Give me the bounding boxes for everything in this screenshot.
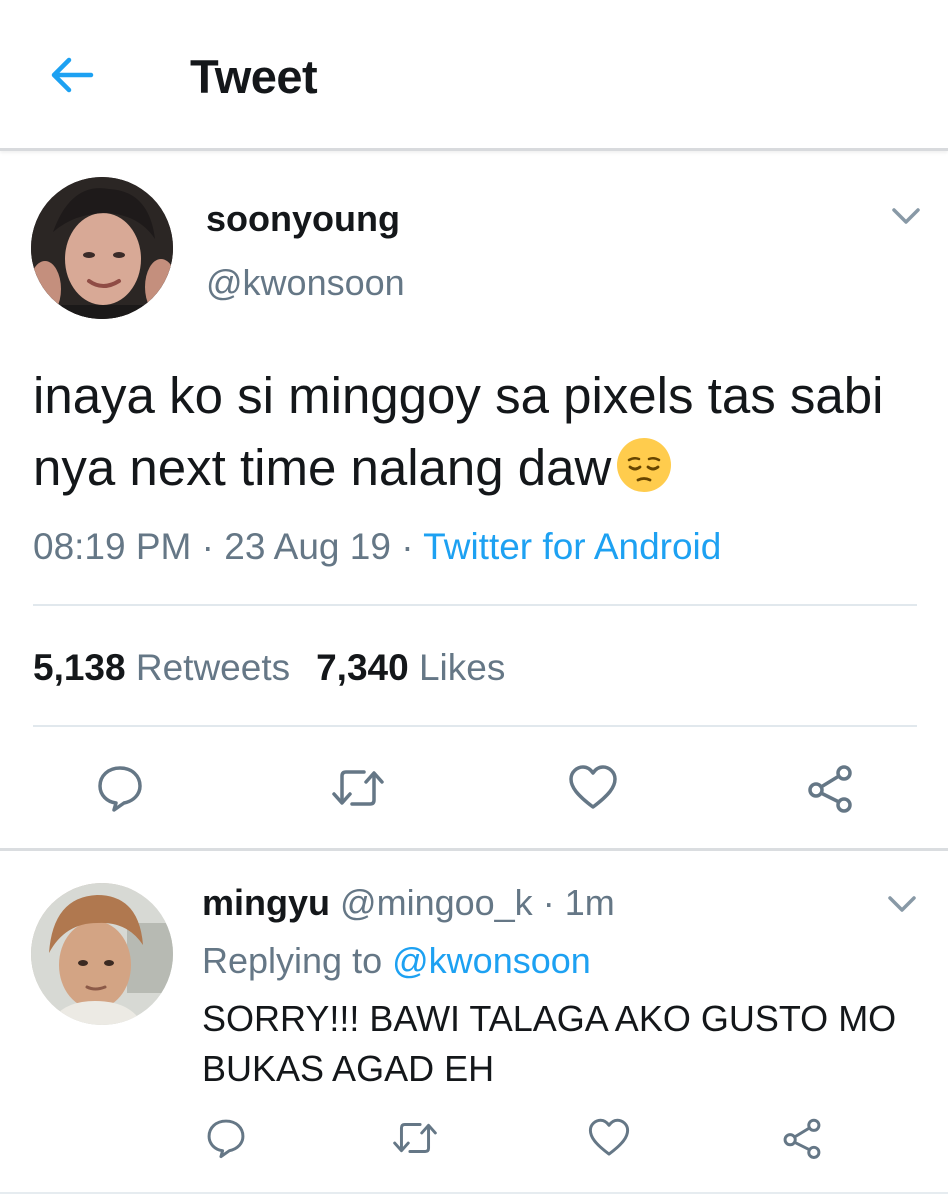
back-button[interactable]	[44, 50, 100, 100]
reply-handle[interactable]: @mingoo_k	[340, 882, 533, 923]
likes-stat[interactable]: 7,340 Likes	[316, 647, 505, 688]
reply-icon	[207, 1119, 245, 1159]
reply-header: mingyu @mingoo_k · 1m	[202, 880, 615, 926]
like-heart-icon	[588, 1118, 630, 1156]
divider	[33, 604, 917, 606]
tweet-date: 23 Aug 19	[224, 526, 391, 567]
author-avatar-image	[31, 177, 173, 319]
page-title: Tweet	[190, 50, 318, 103]
retweet-icon	[393, 1122, 437, 1154]
tweet-options-button[interactable]	[888, 202, 924, 230]
chevron-down-icon	[888, 896, 916, 912]
tweet-time: 08:19 PM	[33, 526, 192, 567]
reply-author-avatar[interactable]	[31, 883, 173, 1025]
retweets-label: Retweets	[135, 647, 291, 688]
reply-like-button[interactable]	[583, 1112, 635, 1164]
author-handle[interactable]: @kwonsoon	[206, 262, 405, 304]
reply-display-name[interactable]: mingyu	[202, 882, 330, 923]
chevron-down-icon	[892, 208, 920, 224]
meta-separator: ·	[201, 526, 214, 567]
divider	[0, 1192, 948, 1194]
retweets-stat[interactable]: 5,138 Retweets	[33, 647, 290, 688]
reply-options-button[interactable]	[884, 890, 920, 918]
retweet-icon	[332, 770, 384, 806]
reply-button[interactable]	[90, 758, 150, 818]
reply-share-button[interactable]	[776, 1112, 828, 1164]
retweets-count: 5,138	[33, 647, 126, 688]
reply-icon	[98, 766, 142, 812]
tweet-meta: 08:19 PM · 23 Aug 19 · Twitter for Andro…	[33, 524, 721, 570]
share-icon	[808, 765, 852, 813]
like-button[interactable]	[563, 758, 623, 818]
tweet-stats: 5,138 Retweets 7,340 Likes	[33, 645, 505, 691]
like-heart-icon	[569, 765, 617, 809]
meta-separator: ·	[401, 526, 414, 567]
reply-reply-button[interactable]	[200, 1112, 252, 1164]
reply-text: SORRY!!! BAWI TALAGA AKO GUSTO MO BUKAS …	[202, 998, 897, 1089]
reply-time: 1m	[564, 882, 615, 923]
share-icon	[783, 1118, 821, 1159]
share-button[interactable]	[800, 758, 860, 818]
author-display-name[interactable]: soonyoung	[206, 198, 400, 240]
replying-to-mention[interactable]: @kwonsoon	[392, 940, 591, 981]
likes-label: Likes	[418, 647, 506, 688]
reply-author-avatar-image	[31, 883, 173, 1025]
section-separator	[0, 848, 948, 851]
reply-retweet-button[interactable]	[389, 1112, 441, 1164]
back-arrow-icon	[51, 57, 94, 93]
tweet-text: inaya ko si minggoy sa pixels tas sabi n…	[33, 360, 923, 504]
author-avatar[interactable]	[31, 177, 173, 319]
replying-to-label: Replying to	[202, 940, 383, 981]
tweet-source-link[interactable]: Twitter for Android	[423, 526, 721, 567]
retweet-button[interactable]	[328, 758, 388, 818]
pensive-face-emoji	[617, 438, 672, 492]
tweet-text-content: inaya ko si minggoy sa pixels tas sabi n…	[33, 367, 884, 496]
reply-separator: ·	[542, 882, 555, 923]
replying-to: Replying to @kwonsoon	[202, 938, 591, 984]
divider	[33, 725, 917, 727]
top-bar: Tweet	[0, 0, 948, 151]
likes-count: 7,340	[316, 647, 409, 688]
